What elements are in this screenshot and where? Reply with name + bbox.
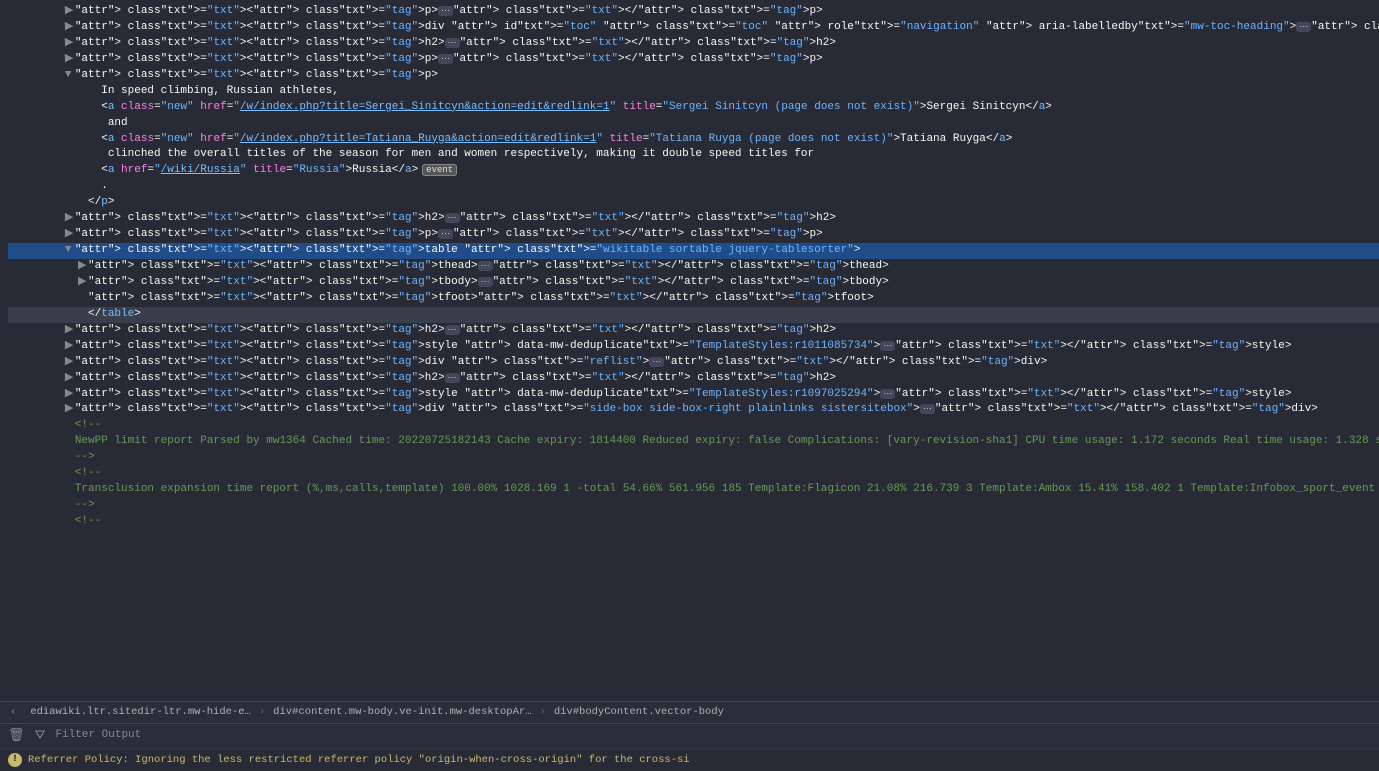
- devtools-pane: ▶"attr"> class"txt">="txt"><"attr"> clas…: [0, 0, 1379, 771]
- crumb[interactable]: div#bodyContent.vector-body: [546, 705, 732, 720]
- dom-node[interactable]: ▶"attr"> class"txt">="txt"><"attr"> clas…: [8, 339, 1379, 355]
- dom-node[interactable]: <!--: [8, 466, 1379, 482]
- dom-node[interactable]: ▶"attr"> class"txt">="txt"><"attr"> clas…: [8, 211, 1379, 227]
- dom-node[interactable]: <a class="new" href="/w/index.php?title=…: [8, 132, 1379, 148]
- dom-node[interactable]: </p>: [8, 195, 1379, 211]
- console-toolbar: 🗑 ⛛ Filter Output: [0, 723, 1379, 749]
- dom-node[interactable]: ▶"attr"> class"txt">="txt"><"attr"> clas…: [8, 371, 1379, 387]
- filter-icon[interactable]: ⛛: [35, 727, 46, 746]
- crumb[interactable]: ediawiki.ltr.sitedir-ltr.mw-hide-e…: [22, 705, 259, 720]
- dom-node[interactable]: ▼"attr"> class"txt">="txt"><"attr"> clas…: [8, 243, 1379, 259]
- dom-node[interactable]: In speed climbing, Russian athletes,: [8, 84, 1379, 100]
- breadcrumb-bar: ‹ ediawiki.ltr.sitedir-ltr.mw-hide-e…› d…: [0, 701, 1379, 723]
- dom-node[interactable]: ▶"attr"> class"txt">="txt"><"attr"> clas…: [8, 36, 1379, 52]
- dom-node[interactable]: ▶"attr"> class"txt">="txt"><"attr"> clas…: [8, 52, 1379, 68]
- crumb[interactable]: div#content.mw-body.ve-init.mw-desktopAr…: [265, 705, 539, 720]
- dom-node[interactable]: <a class="new" href="/w/index.php?title=…: [8, 100, 1379, 116]
- dom-node[interactable]: -->: [8, 498, 1379, 514]
- dom-node[interactable]: Transclusion expansion time report (%,ms…: [8, 482, 1379, 498]
- dom-node[interactable]: </table>: [8, 307, 1379, 323]
- filter-label[interactable]: Filter Output: [55, 728, 141, 744]
- dom-node[interactable]: ▶"attr"> class"txt">="txt"><"attr"> clas…: [8, 4, 1379, 20]
- dom-node[interactable]: ▼"attr"> class"txt">="txt"><"attr"> clas…: [8, 68, 1379, 84]
- dom-node[interactable]: <a href="/wiki/Russia" title="Russia">Ru…: [8, 163, 1379, 179]
- dom-node[interactable]: ▶"attr"> class"txt">="txt"><"attr"> clas…: [8, 387, 1379, 403]
- dom-node[interactable]: ▶"attr"> class"txt">="txt"><"attr"> clas…: [8, 355, 1379, 371]
- crumb-prev[interactable]: ‹: [4, 705, 22, 720]
- dom-node[interactable]: <!--: [8, 514, 1379, 530]
- dom-node[interactable]: ▶"attr"> class"txt">="txt"><"attr"> clas…: [8, 227, 1379, 243]
- dom-node[interactable]: clinched the overall titles of the seaso…: [8, 147, 1379, 163]
- dom-node[interactable]: ▶"attr"> class"txt">="txt"><"attr"> clas…: [8, 402, 1379, 418]
- dom-node[interactable]: ▶"attr"> class"txt">="txt"><"attr"> clas…: [8, 323, 1379, 339]
- trash-icon[interactable]: 🗑: [8, 727, 25, 746]
- dom-node[interactable]: -->: [8, 450, 1379, 466]
- warning-icon: !: [8, 753, 22, 767]
- dom-node[interactable]: NewPP limit report Parsed by mw1364 Cach…: [8, 434, 1379, 450]
- console-warning: ! Referrer Policy: Ignoring the less res…: [0, 749, 1379, 771]
- dom-node[interactable]: and: [8, 116, 1379, 132]
- dom-tree[interactable]: ▶"attr"> class"txt">="txt"><"attr"> clas…: [0, 0, 1379, 701]
- dom-node[interactable]: ▶"attr"> class"txt">="txt"><"attr"> clas…: [8, 259, 1379, 275]
- dom-node[interactable]: .: [8, 179, 1379, 195]
- dom-node[interactable]: ▶"attr"> class"txt">="txt"><"attr"> clas…: [8, 20, 1379, 36]
- dom-node[interactable]: ▶"attr"> class"txt">="txt"><"attr"> clas…: [8, 275, 1379, 291]
- dom-node[interactable]: "attr"> class"txt">="txt"><"attr"> class…: [8, 291, 1379, 307]
- dom-node[interactable]: <!--: [8, 418, 1379, 434]
